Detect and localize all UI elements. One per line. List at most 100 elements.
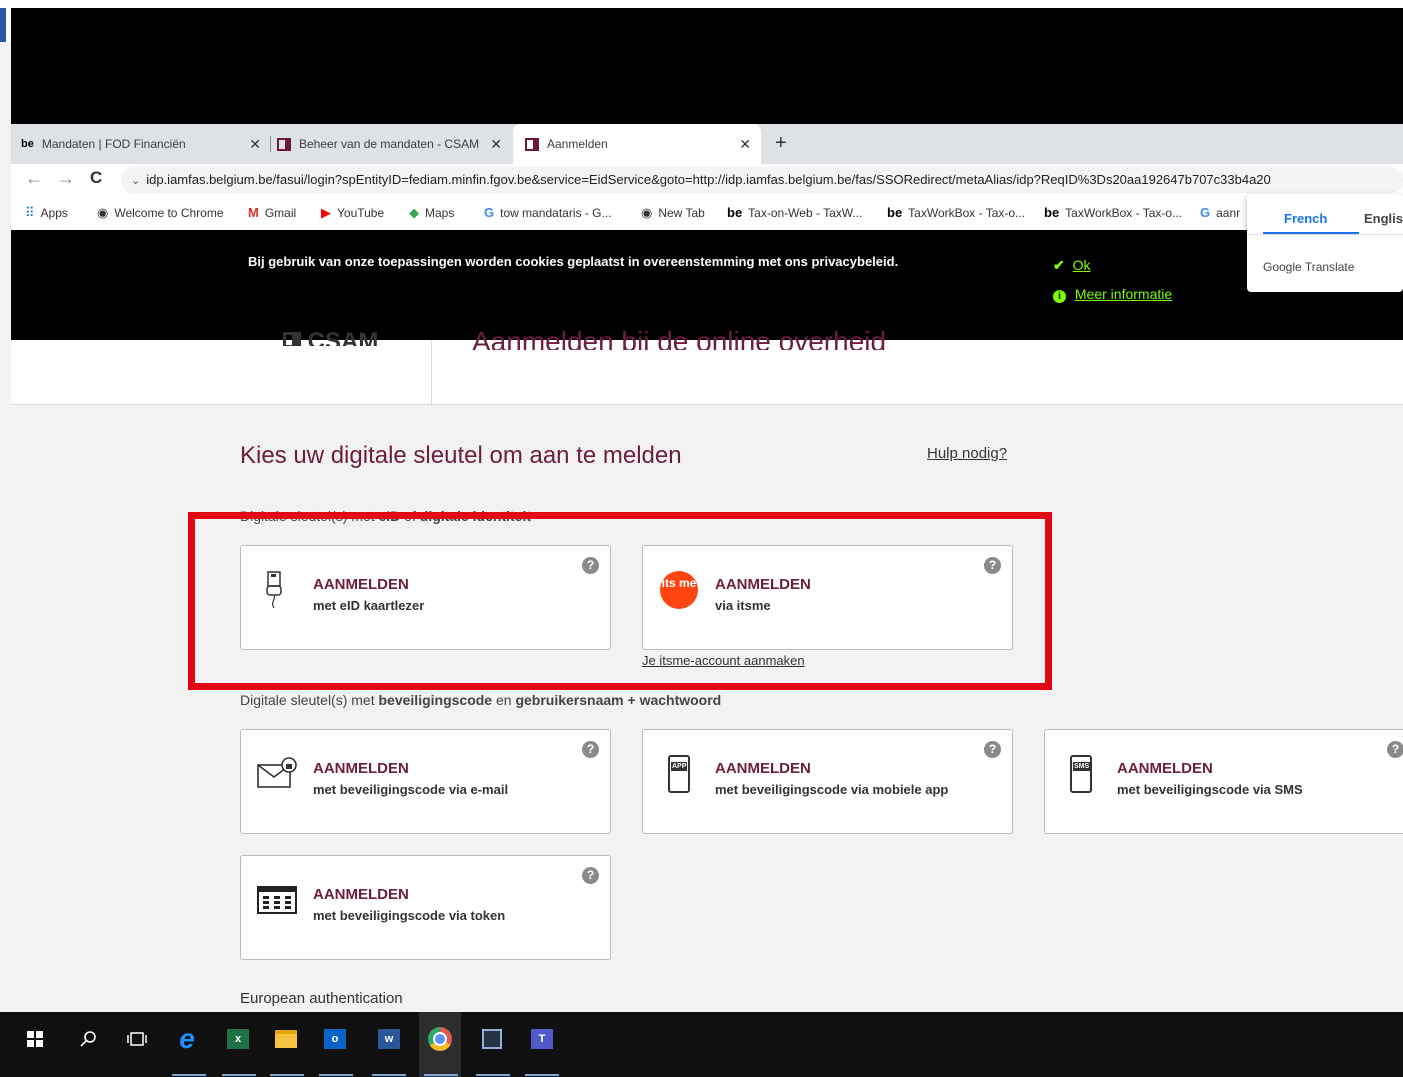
bookmark-label: TaxWorkBox - Tax-o... [908,205,1026,220]
bookmark-tow[interactable]: Gtow mandataris - G... [484,205,612,220]
login-sms-card[interactable]: SMS AANMELDEN met beveiligingscode via S… [1044,729,1403,834]
url-field[interactable]: ⌄ idp.iamfas.belgium.be/fasui/login?spEnt… [121,167,1403,193]
ok-label: Ok [1072,257,1091,273]
teams-icon[interactable]: T [529,1026,555,1052]
section-bold: beveiligingscode [378,692,493,708]
globe-icon: ◉ [97,205,109,220]
cookie-banner: Bij gebruik van onze toepassingen worden… [11,230,1403,340]
bookmark-welcome[interactable]: ◉ Welcome to Chrome [97,205,224,221]
login-mobile-app-card[interactable]: APP AANMELDEN met beveiligingscode via m… [642,729,1013,834]
sms-phone-icon: SMS [1061,754,1101,794]
tab-aanmelden[interactable]: Aanmelden ✕ [513,124,761,164]
be-favicon: be [1044,205,1060,220]
youtube-icon: ▶ [321,205,331,220]
bookmark-apps[interactable]: ⠿ Apps [25,205,68,221]
word-icon[interactable]: w [376,1026,402,1052]
language-english-tab[interactable]: English [1364,211,1403,226]
check-icon: ✔ [1053,257,1065,273]
close-tab-icon[interactable]: ✕ [490,136,502,153]
left-strip [0,42,11,1012]
outlook-icon[interactable]: o [322,1026,348,1052]
running-indicator [172,1074,206,1076]
bookmark-label: aanr [1216,205,1241,220]
windows-taskbar: e x o w T [0,1012,1403,1077]
running-indicator [372,1074,406,1076]
maps-icon: ◆ [409,205,419,220]
page-title: Kies uw digitale sleutel om aan te melde… [240,442,682,469]
bookmark-maps[interactable]: ◆ Maps [409,205,454,221]
close-tab-icon[interactable]: ✕ [249,136,261,153]
bookmark-label: Welcome to Chrome [114,206,224,220]
forward-icon[interactable]: → [57,168,75,189]
header-divider [431,340,432,404]
new-tab-button[interactable]: + [775,132,787,155]
address-bar: ← → C ⌄ idp.iamfas.belgium.be/fasui/login… [11,164,1403,196]
cookie-message: Bij gebruik van onze toepassingen worden… [248,254,899,269]
close-tab-icon[interactable]: ✕ [739,136,751,153]
bookmark-youtube[interactable]: ▶ YouTube [321,205,384,221]
bookmark-taxworkbox-2[interactable]: be TaxWorkBox - Tax-o... [1044,205,1182,220]
tab-label: Mandaten | FOD Financiën [41,137,186,151]
back-icon[interactable]: ← [25,168,43,189]
csam-logo-text: CSAM [307,332,379,346]
black-top-bar [11,8,1403,124]
csam-logo-icon [283,332,301,346]
mobile-app-icon: APP [659,754,699,794]
search-icon[interactable] [76,1026,102,1052]
windows-start-icon[interactable] [22,1026,48,1052]
login-token-card[interactable]: AANMELDEN met beveiligingscode via token… [240,855,611,960]
card-title: AANMELDEN [1117,760,1213,777]
internet-explorer-icon[interactable]: e [174,1023,200,1054]
tab-mandaten[interactable]: be Mandaten | FOD Financiën ✕ [21,124,271,164]
section-bold: gebruikersnaam + wachtwoord [515,692,722,708]
bookmark-label: tow mandataris - G... [500,205,612,220]
page-header-title: Aanmelden bij de online overheid [472,330,887,350]
card-subtitle: met beveiligingscode via token [313,908,506,923]
bookmark-taxworkbox-1[interactable]: be TaxWorkBox - Tax-o... [887,205,1025,220]
apps-grid-icon: ⠿ [25,205,35,220]
bookmark-label: New Tab [658,206,705,220]
running-indicator [270,1074,304,1076]
bookmark-gmail[interactable]: M Gmail [248,205,296,220]
chevron-down-icon: ⌄ [131,175,141,187]
more-info-label: Meer informatie [1074,286,1173,302]
reload-icon[interactable]: C [90,168,102,188]
section-text: Digitale sleutel(s) met [240,692,379,708]
tab-beheer[interactable]: Beheer van de mandaten - CSAM ✕ [277,124,512,164]
task-view-icon[interactable] [124,1026,150,1052]
csam-favicon [277,137,291,151]
help-link[interactable]: Hulp nodig? [927,445,1007,462]
card-title: AANMELDEN [313,886,409,903]
login-email-card[interactable]: AANMELDEN met beveiligingscode via e-mai… [240,729,611,834]
help-icon[interactable]: ? [582,741,599,758]
help-icon[interactable]: ? [582,867,599,884]
bookmark-label: Apps [40,206,68,220]
be-favicon: be [21,138,34,150]
globe-icon: ◉ [641,205,653,220]
cookie-more-link[interactable]: i Meer informatie [1053,286,1172,303]
site-header: CSAM Aanmelden bij de online overheid [11,330,1403,405]
card-title: AANMELDEN [313,760,409,777]
be-favicon: be [727,205,743,220]
sms-badge: SMS [1073,762,1091,771]
language-french-tab[interactable]: French [1247,194,1359,234]
french-label: French [1284,211,1328,226]
divider [1247,234,1403,235]
token-icon [257,880,297,920]
active-app-highlight [419,1012,461,1077]
card-title: AANMELDEN [715,760,811,777]
snipping-tool-icon[interactable] [479,1026,505,1052]
csam-favicon [525,137,539,151]
excel-icon[interactable]: x [225,1026,251,1052]
bookmark-label: Tax-on-Web - TaxW... [748,205,863,220]
bookmark-taxonweb[interactable]: be Tax-on-Web - TaxW... [727,205,862,220]
help-icon[interactable]: ? [984,741,1001,758]
file-explorer-icon[interactable] [273,1026,299,1052]
help-icon[interactable]: ? [1387,741,1403,758]
highlight-box [188,512,1052,690]
bookmark-newtab[interactable]: ◉ New Tab [641,205,705,221]
cookie-ok-link[interactable]: ✔ Ok [1053,257,1091,274]
bookmark-aanr[interactable]: Gaanr [1200,205,1240,220]
bookmark-label: Maps [425,206,455,220]
bookmarks-bar: ⠿ Apps ◉ Welcome to Chrome M Gmail ▶ YouTube… [11,196,1403,231]
